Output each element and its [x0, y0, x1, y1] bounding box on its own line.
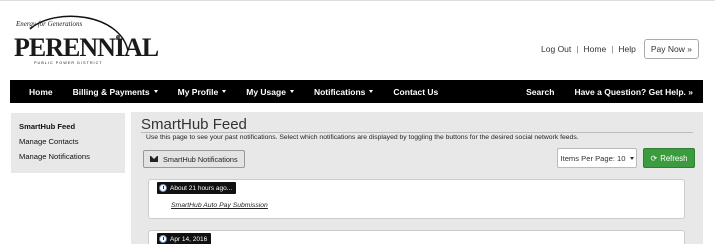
main-panel: SmartHub Feed Use this page to see your …	[131, 112, 703, 244]
feed-item-link[interactable]: SmartHub Auto Pay Submission	[171, 202, 268, 209]
home-link[interactable]: Home	[584, 44, 607, 54]
feed-item: Apr 14, 2016	[148, 230, 685, 244]
nav-search[interactable]: Search	[516, 87, 564, 97]
chevron-down-icon	[289, 90, 294, 93]
chevron-down-icon	[369, 90, 374, 93]
nav-profile-label: My Profile	[177, 86, 219, 97]
logo-subtitle: PUBLIC POWER DISTRICT	[34, 61, 103, 65]
smarthub-notifications-label: SmartHub Notifications	[163, 154, 238, 164]
logout-link[interactable]: Log Out	[541, 44, 571, 54]
nav-get-help[interactable]: Have a Question? Get Help. »	[564, 87, 703, 97]
refresh-button[interactable]: ⟳ Refresh	[643, 148, 695, 168]
header: Energy for Generations PERENNIAL PUBLIC …	[0, 0, 715, 78]
link-separator: |	[576, 44, 579, 54]
feed-item: About 21 hours ago... SmartHub Auto Pay …	[148, 179, 685, 219]
sidebar-item-smarthub-feed[interactable]: SmartHub Feed	[19, 119, 117, 134]
items-per-page-dropdown[interactable]: Items Per Page: 10	[557, 148, 637, 168]
help-link[interactable]: Help	[618, 44, 635, 54]
nav-billing-payments[interactable]: Billing & Payments	[63, 87, 168, 97]
timestamp-text: About 21 hours ago...	[170, 184, 233, 192]
nav-home[interactable]: Home	[10, 87, 63, 97]
nav-notifications-label: Notifications	[313, 86, 366, 97]
sidebar-item-manage-notifications[interactable]: Manage Notifications	[19, 149, 117, 164]
sidebar: SmartHub Feed Manage Contacts Manage Not…	[11, 113, 125, 173]
nav-billing-label: Billing & Payments	[72, 86, 150, 97]
nav-contact-us[interactable]: Contact Us	[383, 87, 448, 97]
timestamp-badge: About 21 hours ago...	[157, 182, 237, 194]
main-nav: Home Billing & Payments My Profile My Us…	[10, 80, 703, 103]
nav-my-profile[interactable]: My Profile	[168, 87, 237, 97]
perennial-logo[interactable]: Energy for Generations PERENNIAL PUBLIC …	[10, 11, 159, 71]
items-per-page-label: Items Per Page: 10	[560, 153, 626, 163]
nav-home-label: Home	[29, 86, 53, 97]
nav-my-usage[interactable]: My Usage	[236, 87, 304, 97]
nav-usage-label: My Usage	[246, 86, 286, 97]
clock-icon	[159, 235, 167, 243]
timestamp-badge: Apr 14, 2016	[157, 233, 212, 244]
logo-wordmark: PERENNIAL	[14, 33, 159, 62]
clock-icon	[159, 184, 167, 192]
chevron-down-icon	[222, 90, 227, 93]
timestamp-text: Apr 14, 2016	[170, 235, 208, 243]
page-description: Use this page to see your past notificat…	[146, 134, 579, 141]
chevron-down-icon	[153, 90, 158, 93]
refresh-label: Refresh	[660, 153, 688, 163]
top-links: Log Out | Home | Help Pay Now »	[541, 39, 699, 59]
title-divider	[141, 132, 693, 133]
logo-tagline: Energy for Generations	[16, 20, 83, 28]
chevron-down-icon	[629, 156, 634, 160]
page-title: SmartHub Feed	[141, 116, 247, 133]
link-separator: |	[611, 44, 614, 54]
nav-contact-label: Contact Us	[393, 86, 439, 97]
refresh-icon: ⟳	[650, 153, 658, 163]
pay-now-button[interactable]: Pay Now »	[643, 39, 699, 59]
sidebar-item-manage-contacts[interactable]: Manage Contacts	[19, 134, 117, 149]
nav-notifications[interactable]: Notifications	[304, 87, 383, 97]
smarthub-notifications-toggle-button[interactable]: SmartHub Notifications	[143, 150, 245, 168]
envelope-icon	[150, 156, 158, 162]
